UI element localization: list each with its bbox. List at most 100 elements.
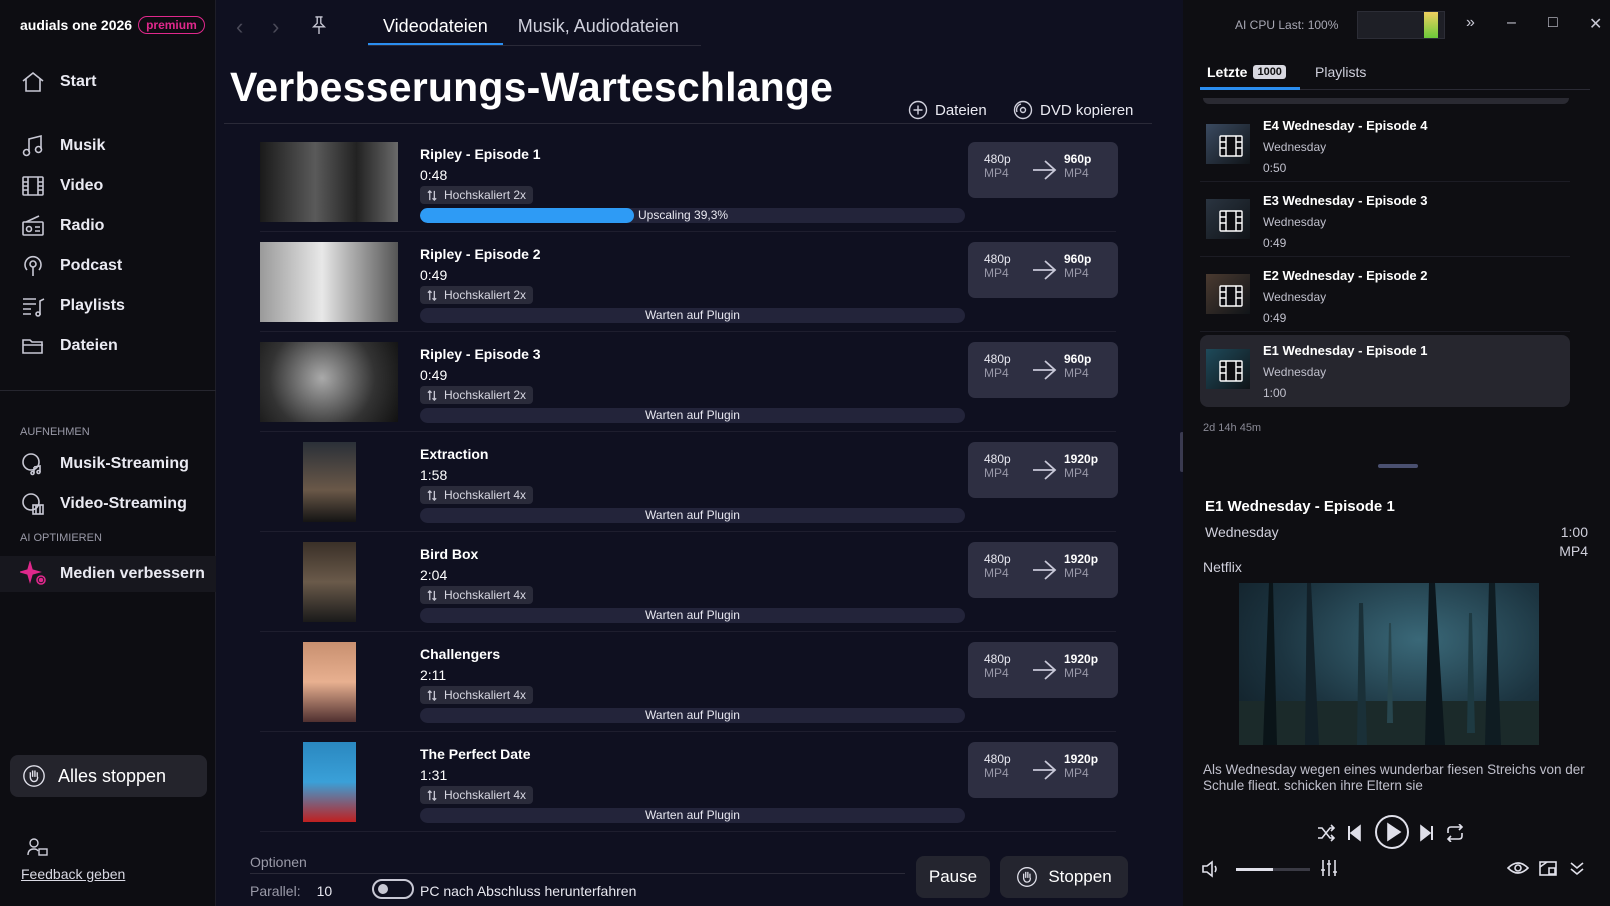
source-format: 480p MP4 xyxy=(984,152,1011,180)
sidebar-item-musik[interactable]: Musik xyxy=(20,132,105,160)
close-icon[interactable]: ✕ xyxy=(1589,14,1602,34)
upscale-badge: Hochskaliert 4x xyxy=(420,686,534,704)
cpu-load-label: AI CPU Last: 100% xyxy=(1235,18,1339,32)
target-resolution: 1920p xyxy=(1064,652,1099,666)
queue-item-duration: 0:49 xyxy=(420,267,448,283)
upscale-icon xyxy=(427,689,437,701)
play-button[interactable] xyxy=(1374,814,1410,855)
shutdown-label: PC nach Abschluss herunterfahren xyxy=(420,883,637,899)
sidebar-item-video-streaming[interactable]: Video-Streaming xyxy=(20,490,187,518)
app-logo: audials one 2026 premium xyxy=(20,16,205,34)
detail-format: MP4 xyxy=(1559,543,1588,559)
conversion-format-button[interactable]: 480p MP4 1920p MP4 xyxy=(968,742,1118,798)
expand-icon[interactable]: » xyxy=(1466,14,1475,32)
sidebar-item-musik-streaming[interactable]: Musik-Streaming xyxy=(20,450,189,478)
tab-musik-audiodateien[interactable]: Musik, Audiodateien xyxy=(503,0,694,46)
sidebar-item-radio[interactable]: Radio xyxy=(20,212,104,240)
podcast-icon xyxy=(24,255,42,276)
arrow-right-icon xyxy=(1033,660,1057,680)
shutdown-toggle[interactable] xyxy=(372,879,414,899)
add-files-button[interactable]: Dateien xyxy=(908,100,987,120)
upscale-badge: Hochskaliert 2x xyxy=(420,186,534,204)
parallel-value[interactable]: 10 xyxy=(317,883,333,899)
video-preview[interactable] xyxy=(1239,583,1539,745)
minimize-icon[interactable]: – xyxy=(1507,14,1516,32)
recent-item-show: Wednesday xyxy=(1263,290,1327,304)
sidebar-item-playlists[interactable]: Playlists xyxy=(20,292,125,320)
sidebar-item-podcast[interactable]: Podcast xyxy=(20,252,122,280)
right-panel: AI CPU Last: 100% » – □ ✕ Letzte 1000 Pl… xyxy=(1183,0,1610,906)
sidebar-item-dateien[interactable]: Dateien xyxy=(20,332,118,360)
next-track-icon[interactable] xyxy=(1419,824,1435,847)
queue-row[interactable]: Ripley - Episode 1 0:48 Hochskaliert 2x Ups… xyxy=(260,132,1118,232)
stop-all-button[interactable]: Alles stoppen xyxy=(10,755,207,797)
conversion-format-button[interactable]: 480p MP4 1920p MP4 xyxy=(968,442,1118,498)
panel-drag-handle[interactable] xyxy=(1378,464,1418,468)
target-container: MP4 xyxy=(1064,166,1089,180)
queue-row[interactable]: Ripley - Episode 3 0:49 Hochskaliert 2x War… xyxy=(260,332,1118,432)
sidebar-item-start[interactable]: Start xyxy=(20,68,96,96)
eye-icon[interactable] xyxy=(1506,860,1530,881)
previous-track-icon[interactable] xyxy=(1346,824,1362,847)
source-resolution: 480p xyxy=(984,652,1011,666)
volume-icon[interactable] xyxy=(1201,860,1221,883)
section-label-record: AUFNEHMEN xyxy=(20,426,90,438)
source-container: MP4 xyxy=(984,266,1009,280)
progress-bar: Warten auf Plugin xyxy=(420,508,965,523)
upscale-label: Hochskaliert 2x xyxy=(444,288,527,302)
shuffle-icon[interactable] xyxy=(1316,824,1336,847)
source-resolution: 480p xyxy=(984,752,1011,766)
playlist-icon xyxy=(23,298,45,317)
forward-arrow-icon[interactable]: › xyxy=(272,14,279,40)
conversion-format-button[interactable]: 480p MP4 1920p MP4 xyxy=(968,542,1118,598)
volume-slider[interactable] xyxy=(1236,868,1310,871)
tab-playlists[interactable]: Playlists xyxy=(1315,64,1366,80)
conversion-format-button[interactable]: 480p MP4 960p MP4 xyxy=(968,142,1118,198)
source-resolution: 480p xyxy=(984,552,1011,566)
tab-letzte[interactable]: Letzte 1000 xyxy=(1207,64,1286,80)
recent-item[interactable]: E4 Wednesday - Episode 4 Wednesday 0:50 xyxy=(1200,110,1570,182)
recent-item-title: E3 Wednesday - Episode 3 xyxy=(1263,193,1428,208)
recent-item[interactable]: E3 Wednesday - Episode 3 Wednesday 0:49 xyxy=(1200,185,1570,257)
queue-row[interactable]: The Perfect Date 1:31 Hochskaliert 4x Warte… xyxy=(260,732,1118,832)
tab-videodateien[interactable]: Videodateien xyxy=(368,0,503,46)
repeat-icon[interactable] xyxy=(1445,823,1465,847)
queue-item-duration: 2:11 xyxy=(420,667,447,683)
maximize-icon[interactable]: □ xyxy=(1548,14,1558,32)
conversion-format-button[interactable]: 480p MP4 1920p MP4 xyxy=(968,642,1118,698)
upscale-icon xyxy=(427,489,437,501)
source-container: MP4 xyxy=(984,466,1009,480)
stop-button[interactable]: Stoppen xyxy=(1000,856,1128,898)
sidebar-item-medien-verbessern[interactable]: Medien verbessern xyxy=(20,560,205,588)
copy-dvd-button[interactable]: DVD kopieren xyxy=(1013,100,1133,120)
queue-item-duration: 1:31 xyxy=(420,767,448,783)
queue-item-title: Ripley - Episode 1 xyxy=(420,146,541,162)
queue-row[interactable]: Challengers 2:11 Hochskaliert 4x Warten auf… xyxy=(260,632,1118,732)
feedback-icon xyxy=(27,838,48,856)
collapse-down-icon[interactable] xyxy=(1569,860,1585,881)
back-arrow-icon[interactable]: ‹ xyxy=(236,14,243,40)
source-resolution: 480p xyxy=(984,252,1011,266)
recent-item[interactable]: E2 Wednesday - Episode 2 Wednesday 0:49 xyxy=(1200,260,1570,332)
media-tabs: Videodateien Musik, Audiodateien xyxy=(368,0,694,46)
conversion-format-button[interactable]: 480p MP4 960p MP4 xyxy=(968,342,1118,398)
queue-item-duration: 0:49 xyxy=(420,367,448,383)
feedback-link[interactable]: Feedback geben xyxy=(21,866,125,882)
list-scroll-edge xyxy=(1203,98,1569,104)
video-thumbnail xyxy=(303,642,356,722)
sidebar-item-video[interactable]: Video xyxy=(20,172,103,200)
picture-in-picture-icon[interactable] xyxy=(1539,859,1557,882)
pause-button[interactable]: Pause xyxy=(916,856,990,898)
equalizer-icon[interactable] xyxy=(1320,859,1338,882)
recent-item[interactable]: E1 Wednesday - Episode 1 Wednesday 1:00 xyxy=(1200,335,1570,407)
video-streaming-icon xyxy=(22,493,44,515)
queue-row[interactable]: Extraction 1:58 Hochskaliert 4x Warten auf … xyxy=(260,432,1118,532)
sidebar-divider xyxy=(0,390,216,391)
pin-icon[interactable] xyxy=(310,15,328,35)
conversion-format-button[interactable]: 480p MP4 960p MP4 xyxy=(968,242,1118,298)
film-icon xyxy=(22,176,44,196)
queue-row[interactable]: Ripley - Episode 2 0:49 Hochskaliert 2x War… xyxy=(260,232,1118,332)
source-resolution: 480p xyxy=(984,352,1011,366)
target-format: 1920p MP4 xyxy=(1064,752,1098,780)
queue-row[interactable]: Bird Box 2:04 Hochskaliert 4x Warten auf Pl… xyxy=(260,532,1118,632)
